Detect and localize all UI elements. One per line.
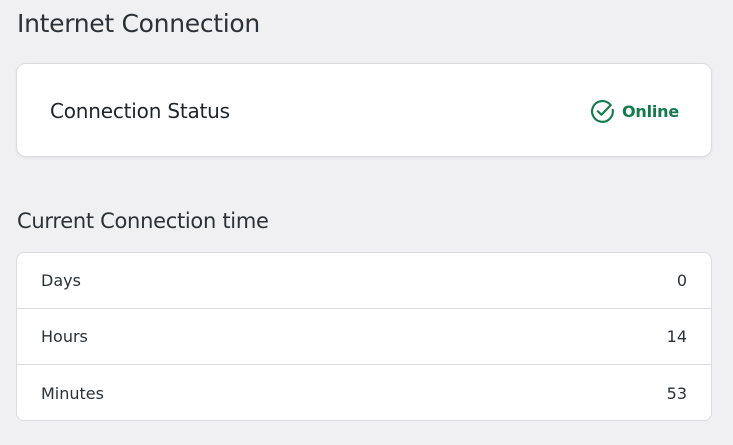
- hours-value: 14: [666, 327, 687, 346]
- page-title: Internet Connection: [17, 9, 260, 38]
- hours-label: Hours: [41, 327, 88, 346]
- connection-time-title: Current Connection time: [17, 209, 269, 233]
- connection-time-row-days: Days 0: [17, 253, 711, 309]
- minutes-label: Minutes: [41, 383, 104, 403]
- days-value: 0: [676, 271, 687, 290]
- days-label: Days: [41, 271, 81, 290]
- minutes-value: 53: [666, 383, 687, 403]
- connection-time-table: Days 0 Hours 14 Minutes 53: [16, 252, 712, 421]
- connection-time-row-hours: Hours 14: [17, 309, 711, 365]
- connection-status-card: Connection Status Online: [16, 63, 712, 157]
- connection-status-label: Connection Status: [50, 99, 230, 123]
- connection-status-indicator: Online: [590, 98, 679, 124]
- check-circle-icon: [590, 99, 614, 123]
- connection-time-row-minutes: Minutes 53: [17, 365, 711, 420]
- connection-status-value: Online: [621, 101, 679, 121]
